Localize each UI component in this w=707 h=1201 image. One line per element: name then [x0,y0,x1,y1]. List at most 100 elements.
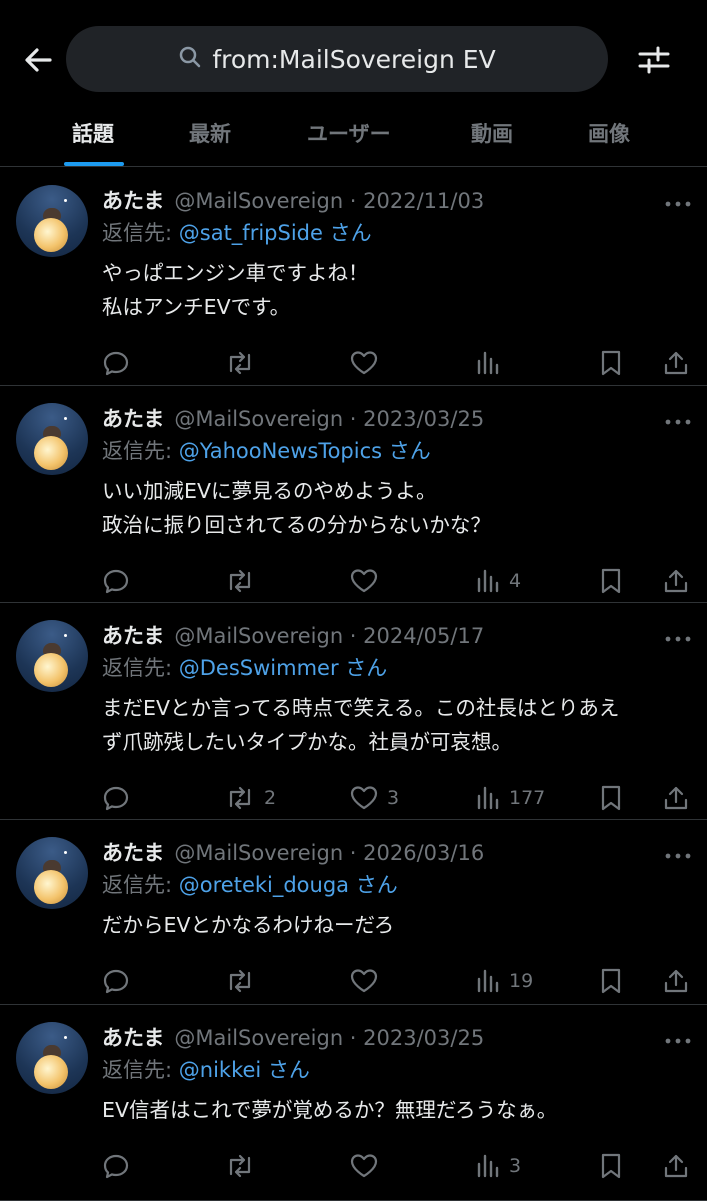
reply-suffix: さん [261,1058,310,1082]
share-button[interactable] [662,349,690,377]
share-button[interactable] [662,967,690,995]
like-button[interactable] [349,349,387,377]
retweet-button[interactable]: 2 [224,784,276,812]
bookmark-icon [598,784,624,812]
more-options-icon[interactable] [664,846,692,859]
avatar[interactable] [16,185,88,257]
tweet[interactable]: あたま @MailSovereign · 2022/11/03 返信先: @sat… [0,167,707,386]
search-box[interactable]: from:MailSovereign EV [66,26,608,92]
tab-topics[interactable]: 話題 [72,118,114,148]
search-query[interactable]: from:MailSovereign EV [212,45,495,74]
reply-prefix: 返信先: [102,1058,179,1082]
retweet-button[interactable] [224,967,264,995]
retweet-button[interactable] [224,1152,264,1180]
reply-button[interactable] [102,967,130,995]
retweet-button[interactable] [224,349,264,377]
like-button[interactable]: 3 [349,784,399,812]
reply-button[interactable] [102,567,130,595]
tweet-header: あたま @MailSovereign · 2024/05/17 [102,620,484,650]
tweet[interactable]: あたま @MailSovereign · 2023/03/25 返信先: @Yah… [0,385,707,603]
bookmark-icon [598,1152,624,1180]
reply-button[interactable] [102,784,130,812]
like-button[interactable] [349,967,387,995]
reply-suffix: さん [382,439,431,463]
tweet-text-line: 政治に振り回されてるの分からないかな？ [102,513,491,537]
tweet-actions: 2 3 177 [0,784,707,820]
views-button[interactable] [475,349,509,377]
tweet[interactable]: あたま @MailSovereign · 2023/03/25 返信先: @nik… [0,1004,707,1201]
retweet-icon [224,967,256,995]
tab-latest[interactable]: 最新 [189,118,231,148]
avatar[interactable] [16,837,88,909]
view-count: 19 [509,970,534,992]
reply-prefix: 返信先: [102,439,179,463]
reply-button[interactable] [102,349,130,377]
views-button[interactable]: 19 [475,967,533,995]
heart-icon [349,567,379,595]
like-button[interactable] [349,1152,387,1180]
display-name[interactable]: あたま [102,1026,164,1050]
more-options-icon[interactable] [664,629,692,642]
bookmark-button[interactable] [598,349,624,377]
reply-prefix: 返信先: [102,656,179,680]
display-name[interactable]: あたま [102,841,164,865]
tweet-actions: 3 [0,1152,707,1188]
bookmark-button[interactable] [598,784,624,812]
tweet[interactable]: あたま @MailSovereign · 2024/05/17 返信先: @Des… [0,602,707,820]
heart-icon [349,784,379,812]
display-name[interactable]: あたま [102,624,164,648]
more-options-icon[interactable] [664,194,692,207]
tweet-text: EV信者はこれで夢が覚めるか？無理だろうなぁ。 [102,1093,692,1127]
more-options-icon[interactable] [664,412,692,425]
tweet-header: あたま @MailSovereign · 2023/03/25 [102,403,484,433]
tab-videos[interactable]: 動画 [471,118,513,148]
sliders-icon[interactable] [634,40,674,80]
analytics-icon [475,1152,501,1180]
reply-mention-link[interactable]: @sat_fripSide [179,221,323,245]
retweet-button[interactable] [224,567,264,595]
share-button[interactable] [662,1152,690,1180]
tweet-text: やっぱエンジン車ですよね！ 私はアンチEVです。 [102,256,692,324]
views-button[interactable]: 3 [475,1152,521,1180]
reply-mention-link[interactable]: @oreteki_douga [179,873,349,897]
tab-users[interactable]: ユーザー [307,118,391,148]
back-arrow-icon[interactable] [20,40,60,80]
bookmark-button[interactable] [598,1152,624,1180]
retweet-icon [224,567,256,595]
reply-mention-link[interactable]: @YahooNewsTopics [179,439,382,463]
display-name[interactable]: あたま [102,189,164,213]
reply-icon [102,349,130,377]
reply-icon [102,967,130,995]
avatar[interactable] [16,620,88,692]
tweet-text-line: まだEVとか言ってる時点で笑える。この社長はとりあえ [102,696,620,720]
handle-and-date: @MailSovereign · 2024/05/17 [174,624,485,648]
tweet-header: あたま @MailSovereign · 2026/03/16 [102,837,484,867]
reply-to-line: 返信先: @oreteki_douga さん [102,869,398,899]
reply-mention-link[interactable]: @DesSwimmer [179,656,339,680]
views-button[interactable]: 4 [475,567,521,595]
bookmark-button[interactable] [598,567,624,595]
avatar[interactable] [16,1022,88,1094]
heart-icon [349,967,379,995]
handle-and-date: @MailSovereign · 2026/03/16 [174,841,485,865]
reply-button[interactable] [102,1152,130,1180]
tab-images[interactable]: 画像 [588,118,630,148]
bookmark-icon [598,349,624,377]
avatar[interactable] [16,403,88,475]
share-icon [662,349,690,377]
share-button[interactable] [662,784,690,812]
display-name[interactable]: あたま [102,407,164,431]
active-tab-indicator [64,162,124,166]
more-options-icon[interactable] [664,1031,692,1044]
bookmark-button[interactable] [598,967,624,995]
tweet[interactable]: あたま @MailSovereign · 2026/03/16 返信先: @ore… [0,819,707,1005]
tweet-text-line: 私はアンチEVです。 [102,295,291,319]
tweet-text: だからEVとかなるわけねーだろ [102,908,692,942]
reply-mention-link[interactable]: @nikkei [179,1058,261,1082]
tweet-text-line: やっぱエンジン車ですよね！ [102,261,369,285]
share-button[interactable] [662,567,690,595]
heart-icon [349,349,379,377]
views-button[interactable]: 177 [475,784,545,812]
tweet-text: まだEVとか言ってる時点で笑える。この社長はとりあえ ず爪跡残したいタイプかな。社… [102,691,692,759]
like-button[interactable] [349,567,387,595]
